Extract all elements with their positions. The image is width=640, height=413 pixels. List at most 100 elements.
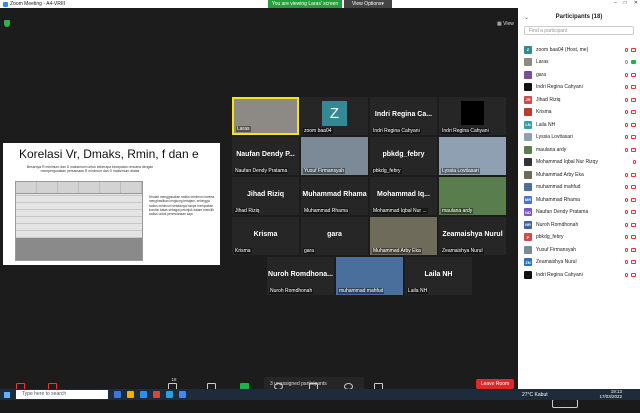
participant-name: Laila NH: [536, 121, 556, 128]
participant-row[interactable]: JR Jihad Riziq: [524, 95, 636, 104]
video-tile[interactable]: Muhammad Arby Eka: [370, 217, 437, 255]
video-tile[interactable]: Naufan Dendy P... Naufan Dendy Pratama: [232, 137, 299, 175]
participant-row[interactable]: muhammad mahfud: [524, 183, 636, 192]
mic-muted-icon: [625, 147, 628, 152]
participant-row[interactable]: Laras: [524, 58, 636, 67]
mute-all-button[interactable]: Mute All: [552, 399, 578, 408]
powerpoint-taskbar-icon[interactable]: [153, 391, 160, 398]
tile-name-label: Laila NH: [407, 288, 429, 294]
participant-row[interactable]: ZN Zeamaishya Nurul: [524, 258, 636, 267]
participant-name: Mohammad Iqbal Nur Rizqy: [536, 159, 598, 165]
mic-muted-icon: [625, 235, 628, 239]
participant-row[interactable]: ND Naufan Dendy Pratama: [524, 208, 636, 217]
participant-name: Jihad Riziq: [536, 96, 561, 103]
minimize-icon[interactable]: –: [614, 0, 617, 6]
zoom-taskbar-icon[interactable]: [140, 391, 147, 398]
tile-name-label: Mohammad Iqbal Nur ...: [372, 208, 428, 214]
camera-off-icon: [631, 235, 636, 239]
mic-muted-icon: [625, 135, 628, 139]
avatar: JR: [524, 95, 532, 104]
video-tile[interactable]: Yusuf Firmansyah: [301, 137, 368, 175]
mic-on-icon: [625, 60, 628, 64]
tile-name-label: pbkdg_febry: [372, 168, 402, 174]
video-tile[interactable]: pbkdg_febry pbkdg_febry: [370, 137, 437, 175]
edge-taskbar-icon[interactable]: [166, 391, 173, 398]
view-options-button[interactable]: View Options ▾: [344, 0, 392, 8]
taskbar-search-input[interactable]: Type here to search: [16, 390, 108, 399]
tile-display-name: Zeamaishya Nurul: [442, 231, 503, 238]
system-clock[interactable]: 19:13 17/03/2022: [598, 389, 622, 399]
participant-search-input[interactable]: Find a participant: [524, 26, 634, 35]
camera-off-icon: [631, 272, 636, 277]
video-tile[interactable]: Indri Regina Ca... Indri Regina Cahyani: [370, 97, 437, 135]
participant-row[interactable]: MR Muhammad Rhama: [524, 195, 636, 204]
weather-widget[interactable]: 27°C Kabut: [522, 389, 548, 400]
mic-muted-icon: [625, 260, 628, 264]
video-tile[interactable]: Zeamaishya Nurul Zeamaishya Nurul: [439, 217, 506, 255]
video-tile[interactable]: Lyssia Lovitasari: [439, 137, 506, 175]
participant-row[interactable]: Zzoom baa04 (Host, me): [524, 45, 636, 54]
close-icon[interactable]: ✕: [634, 0, 638, 6]
video-tile[interactable]: Laila NH Laila NH: [405, 257, 472, 295]
avatar: ND: [524, 208, 532, 216]
participant-row[interactable]: Mohammad Iqbal Nur Rizqy: [524, 158, 636, 167]
participant-row[interactable]: NR Nuroh Romdhonah: [524, 220, 636, 229]
participant-row[interactable]: Ppbkdg_febry: [524, 233, 636, 242]
video-tile[interactable]: Laras: [232, 97, 299, 135]
video-tile[interactable]: muhammad mahfud: [336, 257, 403, 295]
tile-name-label: Laras: [236, 126, 251, 132]
participant-row[interactable]: Lyssia Lovitasari: [524, 133, 636, 142]
video-tile[interactable]: Jihad Riziq Jihad Riziq: [232, 177, 299, 215]
camera-off-icon: [631, 47, 636, 52]
leave-room-button[interactable]: Leave Room: [476, 379, 514, 389]
taskview-icon[interactable]: [114, 391, 121, 398]
tile-display-name: Muhammad Rhama: [302, 191, 367, 198]
participant-name: Nuroh Romdhonah: [536, 221, 579, 228]
participant-name: Zeamaishya Nurul: [536, 259, 577, 265]
shared-screen: Korelasi Vr, Dmaks, Rmin, f dan e Besarn…: [3, 143, 220, 265]
tile-display-name: Naufan Dendy P...: [236, 151, 295, 158]
participant-row[interactable]: Muhammad Arby Eka: [524, 170, 636, 179]
participant-row[interactable]: maulana ardy: [524, 145, 636, 154]
chrome-taskbar-icon[interactable]: [179, 391, 186, 398]
participant-name: Indri Regina Cahyani: [536, 84, 583, 90]
video-tile[interactable]: gara gara: [301, 217, 368, 255]
avatar: [524, 83, 532, 91]
participant-row[interactable]: Yusuf Firmansyah: [524, 245, 636, 254]
video-tile[interactable]: Muhammad Rhama Muhammad Rhama: [301, 177, 368, 215]
avatar: [524, 170, 532, 179]
windows-start-icon[interactable]: [4, 391, 10, 398]
security-shield-icon[interactable]: [4, 20, 10, 27]
mic-muted-icon: [625, 197, 628, 202]
participant-name: Yusuf Firmansyah: [536, 246, 577, 253]
tile-name-label: maulana ardy: [441, 208, 474, 214]
mic-muted-icon: [625, 122, 628, 127]
video-tile[interactable]: Mohammad Iq... Mohammad Iqbal Nur ...: [370, 177, 437, 215]
file-explorer-icon[interactable]: [127, 391, 134, 398]
avatar: Z: [524, 45, 532, 54]
video-tile[interactable]: Nuroh Romdhona... Nuroh Romdhonah: [267, 257, 334, 295]
video-tile[interactable]: Zzoom baa04: [301, 97, 368, 135]
participant-name: pbkdg_febry: [536, 234, 564, 240]
video-tile[interactable]: Indri Regina Cahyani: [439, 97, 506, 135]
video-tile[interactable]: Krisma Krisma: [232, 217, 299, 255]
tile-name-label: gara: [303, 248, 316, 254]
participant-row[interactable]: Indri Regina Cahyani: [524, 83, 636, 92]
participant-row[interactable]: LN Laila NH: [524, 120, 636, 129]
camera-off-icon: [631, 147, 636, 152]
camera-off-icon: [631, 247, 636, 252]
avatar: NR: [524, 220, 532, 229]
participant-row[interactable]: gara: [524, 70, 636, 79]
view-button[interactable]: ▦ View: [497, 21, 514, 27]
maximize-icon[interactable]: □: [624, 0, 627, 6]
tile-name-label: Muhammad Rhama: [303, 208, 349, 214]
participant-row[interactable]: Krisma: [524, 108, 636, 117]
mic-muted-icon: [625, 172, 628, 177]
mic-muted-icon: [625, 97, 628, 102]
zoom-logo-icon: [3, 1, 8, 7]
video-tile[interactable]: maulana ardy: [439, 177, 506, 215]
participant-name: Naufan Dendy Pratama: [536, 209, 589, 215]
camera-off-icon: [631, 172, 636, 177]
participant-row[interactable]: Indri Regina Cahyani: [524, 270, 636, 279]
tile-display-name: Nuroh Romdhona...: [268, 271, 333, 278]
